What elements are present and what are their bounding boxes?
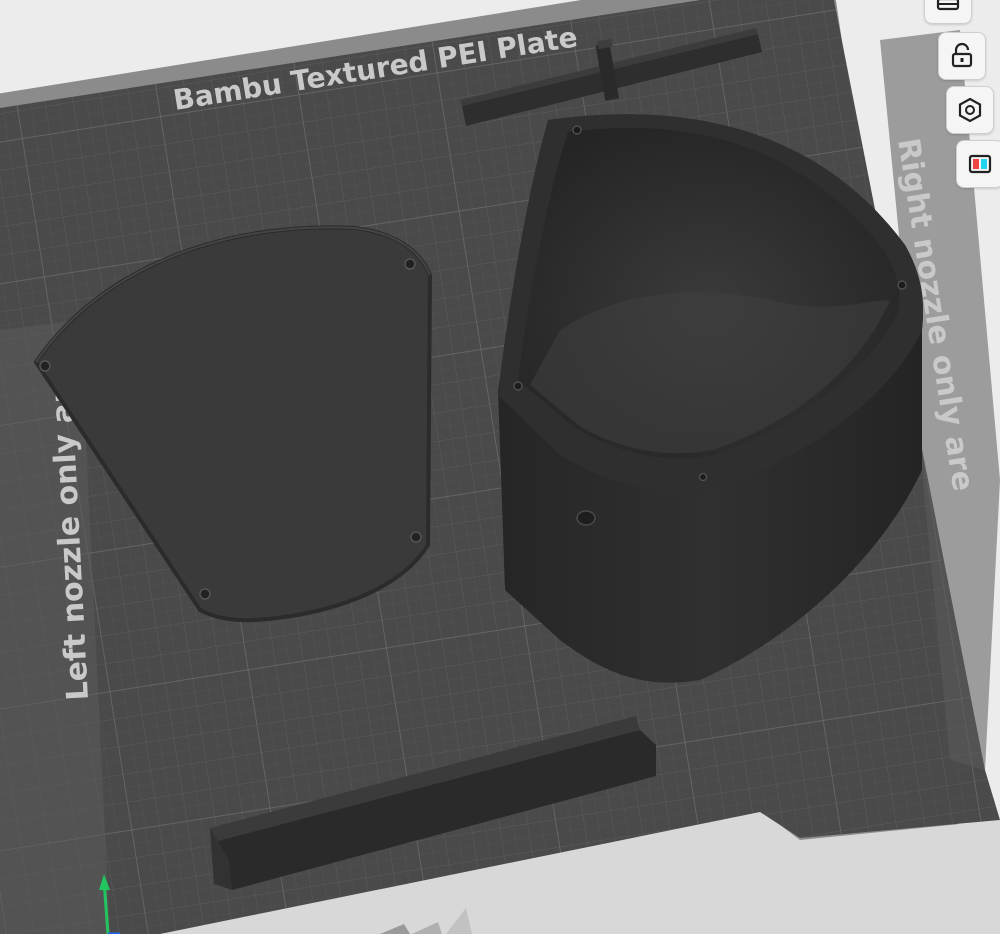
arrange-button[interactable]	[924, 0, 972, 24]
screw-hole	[199, 588, 211, 600]
orient-button[interactable]	[946, 86, 994, 134]
screw-hole	[572, 125, 582, 135]
screw-hole	[404, 258, 416, 270]
build-plate-viewport[interactable]: Bambu Textured PEI Plate Left nozzle onl…	[0, 0, 1000, 934]
side-hole	[576, 510, 596, 526]
arrange-icon	[936, 0, 960, 11]
lock-icon	[951, 42, 973, 68]
color-paint-icon	[968, 154, 992, 174]
hex-nut-icon	[958, 97, 982, 123]
side-toolbar	[916, 0, 1000, 200]
lock-button[interactable]	[938, 32, 986, 80]
screw-hole	[513, 381, 523, 391]
screw-hole	[410, 531, 422, 543]
screw-hole	[897, 280, 907, 290]
screw-hole	[698, 472, 708, 482]
screw-hole	[39, 360, 51, 372]
color-paint-button[interactable]	[956, 140, 1000, 188]
